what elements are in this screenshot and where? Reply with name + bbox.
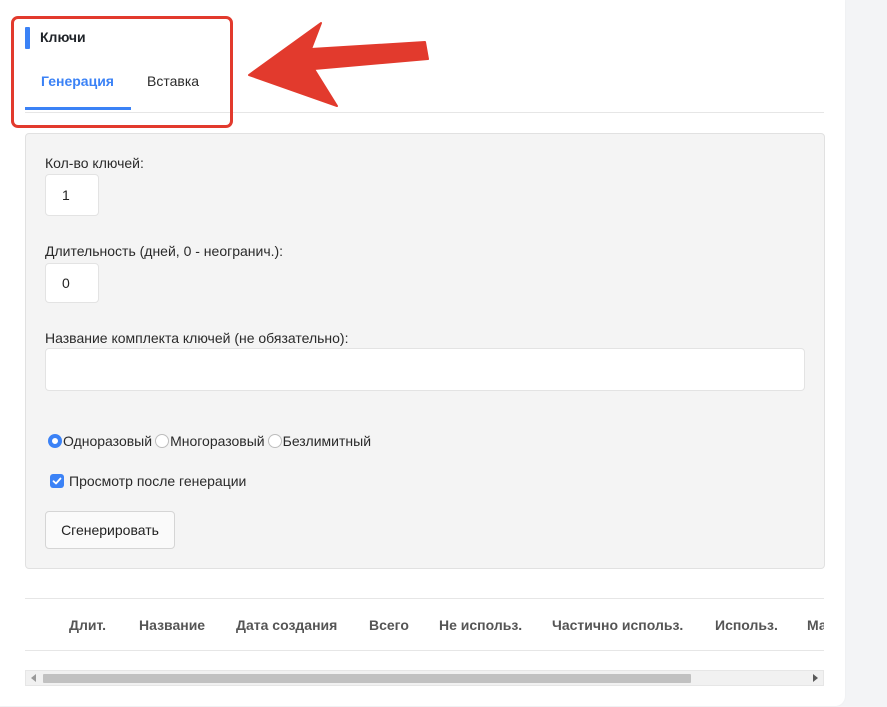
set-name-input[interactable]: [45, 348, 805, 391]
radio-one-time[interactable]: [48, 434, 62, 448]
column-header-created-date[interactable]: Дата создания: [236, 617, 337, 633]
keys-count-label: Кол-во ключей:: [45, 155, 144, 171]
radio-reusable[interactable]: [155, 434, 170, 448]
column-header-name[interactable]: Название: [139, 617, 205, 633]
scroll-right-arrow-icon[interactable]: [813, 674, 818, 682]
set-name-label: Название комплекта ключей (не обязательн…: [45, 330, 349, 346]
preview-checkbox[interactable]: [50, 474, 64, 488]
column-header-total[interactable]: Всего: [369, 617, 409, 633]
duration-label: Длительность (дней, 0 - неогранич.):: [45, 243, 284, 259]
checkmark-icon: [52, 477, 62, 485]
table-header-top-border: [25, 598, 824, 599]
horizontal-scrollbar[interactable]: [25, 670, 824, 686]
radio-option-reusable[interactable]: Многоразовый: [155, 433, 265, 449]
keys-count-input[interactable]: 1: [45, 174, 99, 216]
duration-input[interactable]: 0: [45, 263, 99, 303]
column-header-duration[interactable]: Длит.: [69, 617, 106, 633]
key-type-radio-group: Одноразовый Многоразовый Безлимитный: [48, 432, 374, 450]
generate-button[interactable]: Сгенерировать: [45, 511, 175, 549]
annotation-highlight-box: [11, 16, 233, 128]
radio-label-reusable: Многоразовый: [170, 433, 265, 449]
radio-option-one-time[interactable]: Одноразовый: [48, 433, 152, 449]
radio-option-unlimited[interactable]: Безлимитный: [267, 433, 372, 449]
radio-unlimited[interactable]: [267, 434, 282, 448]
preview-checkbox-label: Просмотр после генерации: [69, 473, 247, 489]
preview-after-generation-row[interactable]: Просмотр после генерации: [50, 473, 246, 489]
column-header-truncated[interactable]: Ма: [807, 617, 824, 633]
column-header-unused[interactable]: Не использ.: [439, 617, 522, 633]
column-header-used[interactable]: Использ.: [715, 617, 778, 633]
table-header-bottom-border: [25, 650, 824, 651]
column-header-partially-used[interactable]: Частично использ.: [552, 617, 683, 633]
scroll-left-arrow-icon[interactable]: [31, 674, 36, 682]
radio-label-unlimited: Безлимитный: [282, 433, 372, 449]
radio-label-one-time: Одноразовый: [63, 433, 153, 449]
scrollbar-thumb[interactable]: [43, 674, 691, 683]
red-arrow-icon: [248, 22, 429, 107]
